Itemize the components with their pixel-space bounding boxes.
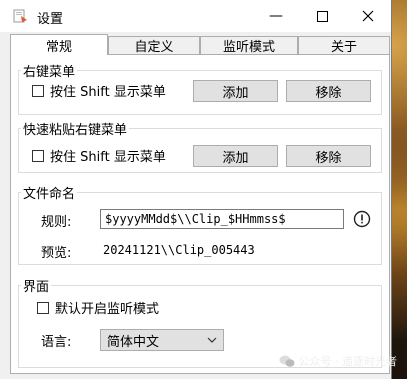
watermark: 公众号 · 追逐时光者 — [279, 353, 398, 369]
language-select-value: 简体中文 — [107, 334, 160, 350]
tab-label: 常规 — [45, 39, 72, 55]
rule-label: 规则: — [41, 215, 72, 230]
checkbox-label: 默认开启监听模式 — [55, 302, 160, 317]
close-icon — [362, 10, 374, 22]
checkbox-box[interactable] — [37, 301, 49, 314]
group-legend: 文件命名 — [23, 187, 76, 202]
checkbox-label: 按住 Shift 显示菜单 — [50, 85, 166, 100]
rule-input-value: $yyyyMMdd$\\Clip_$HHmmss$ — [105, 212, 286, 226]
minimize-icon: — — [269, 8, 283, 24]
quick-paste-shift-checkbox[interactable]: 按住 Shift 显示菜单 — [32, 146, 166, 165]
window-title: 设置 — [37, 12, 64, 27]
minimize-button[interactable]: — — [253, 0, 299, 32]
app-icon — [13, 9, 27, 23]
quick-paste-remove-button[interactable]: 移除 — [286, 145, 371, 167]
preview-label: 预览: — [41, 246, 72, 261]
tab-monitor-mode[interactable]: 监听模式 — [200, 36, 298, 55]
default-monitor-checkbox[interactable]: 默认开启监听模式 — [37, 298, 159, 317]
watermark-text: 公众号 · 追逐时光者 — [298, 355, 398, 368]
rule-input[interactable]: $yyyyMMdd$\\Clip_$HHmmss$ — [100, 209, 344, 229]
right-click-remove-button[interactable]: 移除 — [286, 80, 371, 102]
tab-panel-general: 右键菜单 按住 Shift 显示菜单 添加 移除 快速粘贴右键菜单 按住 Shi… — [10, 54, 390, 374]
quick-paste-add-button[interactable]: 添加 — [193, 145, 278, 167]
tab-label: 自定义 — [134, 40, 174, 55]
maximize-icon — [316, 10, 328, 22]
group-legend: 右键菜单 — [23, 65, 76, 80]
language-select[interactable]: 简体中文 — [100, 329, 224, 351]
tab-about[interactable]: 关于 — [298, 36, 390, 55]
tab-label: 关于 — [330, 40, 357, 55]
info-icon[interactable] — [353, 210, 371, 228]
tab-general[interactable]: 常规 — [10, 34, 108, 55]
chevron-down-icon — [207, 337, 217, 343]
checkbox-box[interactable] — [32, 149, 44, 162]
close-button[interactable] — [345, 0, 391, 32]
preview-value: 20241121\\Clip_005443 — [103, 243, 255, 257]
tab-custom[interactable]: 自定义 — [108, 36, 200, 55]
checkbox-box[interactable] — [32, 84, 44, 97]
wechat-icon — [279, 355, 294, 367]
tab-bar: 常规 自定义 监听模式 关于 — [10, 34, 390, 55]
right-click-add-button[interactable]: 添加 — [193, 80, 278, 102]
settings-window: 设置 — 常规 自定义 监听模式 关于 右键菜单 按住 Shift 显示菜单 添… — [0, 0, 392, 379]
group-legend: 界面 — [23, 280, 50, 295]
checkbox-label: 按住 Shift 显示菜单 — [50, 150, 166, 165]
right-click-shift-checkbox[interactable]: 按住 Shift 显示菜单 — [32, 81, 166, 100]
tab-label: 监听模式 — [222, 40, 275, 55]
group-legend: 快速粘贴右键菜单 — [23, 123, 128, 138]
title-bar: 设置 — — [0, 0, 391, 32]
language-label: 语言: — [41, 335, 72, 350]
maximize-button[interactable] — [299, 0, 345, 32]
